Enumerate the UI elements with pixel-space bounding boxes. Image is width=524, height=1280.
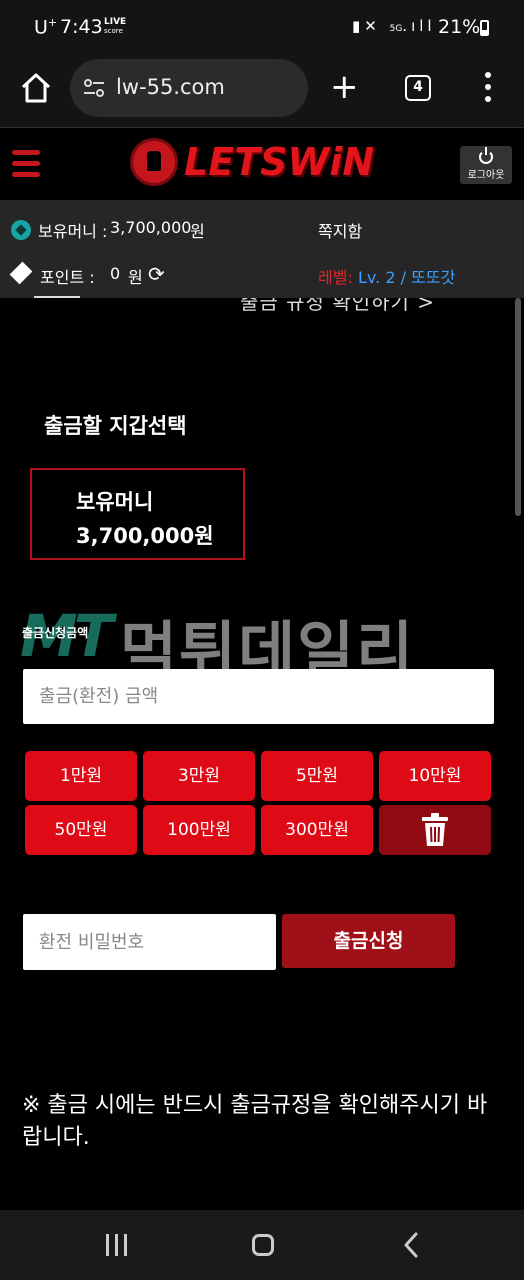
amount-input[interactable] bbox=[23, 669, 494, 724]
point-unit: 원 bbox=[128, 268, 143, 287]
browser-toolbar: lw-55.com + 4 bbox=[0, 56, 524, 128]
info-row-points: 포인트 : 0 원 ⟳ 레벨: Lv. 2 / 또또갓 bbox=[0, 249, 524, 298]
power-icon bbox=[479, 147, 493, 164]
trash-icon bbox=[422, 813, 448, 846]
site-settings-icon[interactable] bbox=[82, 76, 106, 100]
withdraw-submit-button[interactable]: 출금신청 bbox=[282, 914, 455, 968]
recent-apps-icon[interactable] bbox=[106, 1234, 130, 1256]
site-header: LETSWiN 로그아웃 bbox=[0, 128, 524, 200]
withdraw-password-input[interactable] bbox=[23, 914, 276, 970]
menu-icon[interactable] bbox=[12, 150, 40, 180]
quick-amount-100[interactable]: 100만원 bbox=[143, 805, 255, 855]
user-info-bar: 보유머니 : 3,700,000 원 쪽지함 포인트 : 0 원 ⟳ 레벨: L… bbox=[0, 200, 524, 298]
scrollbar[interactable] bbox=[515, 298, 521, 516]
quick-amount-5[interactable]: 5만원 bbox=[261, 751, 373, 801]
clock: 7:43 bbox=[60, 16, 103, 38]
money-label: 보유머니 : bbox=[38, 222, 108, 241]
level-label: 레벨: bbox=[318, 268, 353, 287]
battery-percent: 21% bbox=[438, 16, 481, 38]
money-value: 3,700,000 bbox=[110, 218, 192, 237]
system-nav-bar bbox=[0, 1210, 524, 1280]
clear-amount-button[interactable] bbox=[379, 805, 491, 855]
wallet-option-money[interactable]: 보유머니 3,700,000원 bbox=[30, 468, 245, 560]
wallet-name: 보유머니 bbox=[76, 490, 154, 514]
wallet-section-title: 출금할 지갑선택 bbox=[44, 414, 187, 438]
point-label: 포인트 : bbox=[40, 268, 95, 287]
quick-amount-3[interactable]: 3만원 bbox=[143, 751, 255, 801]
money-unit: 원 bbox=[190, 222, 205, 241]
messages-link[interactable]: 쪽지함 bbox=[318, 218, 362, 242]
home-icon[interactable] bbox=[18, 70, 54, 106]
address-bar[interactable]: lw-55.com bbox=[70, 59, 308, 117]
tabs-icon[interactable]: 4 bbox=[405, 75, 431, 101]
quick-amount-50[interactable]: 50만원 bbox=[25, 805, 137, 855]
info-row-money: 보유머니 : 3,700,000 원 쪽지함 bbox=[0, 200, 524, 249]
livescore-icon: LIVE score bbox=[104, 17, 127, 36]
withdraw-notice: ※ 출금 시에는 반드시 출금규정을 확인해주시기 바랍니다. bbox=[22, 1093, 488, 1150]
fist-logo-icon bbox=[130, 138, 178, 186]
diamond-icon bbox=[9, 261, 33, 285]
partial-element bbox=[34, 296, 80, 298]
quick-amount-1[interactable]: 1만원 bbox=[25, 751, 137, 801]
logout-label: 로그아웃 bbox=[467, 170, 505, 181]
refresh-icon[interactable]: ⟳ bbox=[148, 264, 170, 286]
nav-home-icon[interactable] bbox=[252, 1234, 274, 1256]
plus-icon[interactable]: + bbox=[330, 70, 359, 104]
quick-amount-300[interactable]: 300만원 bbox=[261, 805, 373, 855]
url-text: lw-55.com bbox=[116, 75, 225, 99]
quick-amount-10[interactable]: 10만원 bbox=[379, 751, 491, 801]
back-icon[interactable] bbox=[402, 1232, 420, 1258]
more-icon[interactable] bbox=[478, 72, 498, 104]
watermark: MT 먹튀데일리 bbox=[20, 600, 510, 687]
status-bar: U+ 7:43 LIVE score ▮✕ 5G.ıll 21% bbox=[0, 0, 524, 56]
logout-button[interactable]: 로그아웃 bbox=[460, 146, 512, 184]
system-icons: ▮✕ 5G.ıll bbox=[352, 17, 436, 35]
wallet-amount: 3,700,000원 bbox=[76, 524, 214, 548]
logo-text: LETSWiN bbox=[184, 140, 375, 184]
amount-label: 출금신청금액 bbox=[22, 626, 89, 640]
carrier: U+ bbox=[34, 16, 58, 39]
point-value: 0 bbox=[110, 264, 121, 283]
level-value: Lv. 2 / 또또갓 bbox=[358, 268, 456, 287]
soccer-ball-icon bbox=[11, 220, 31, 240]
site-logo[interactable]: LETSWiN bbox=[130, 136, 392, 190]
battery-icon bbox=[480, 20, 489, 36]
